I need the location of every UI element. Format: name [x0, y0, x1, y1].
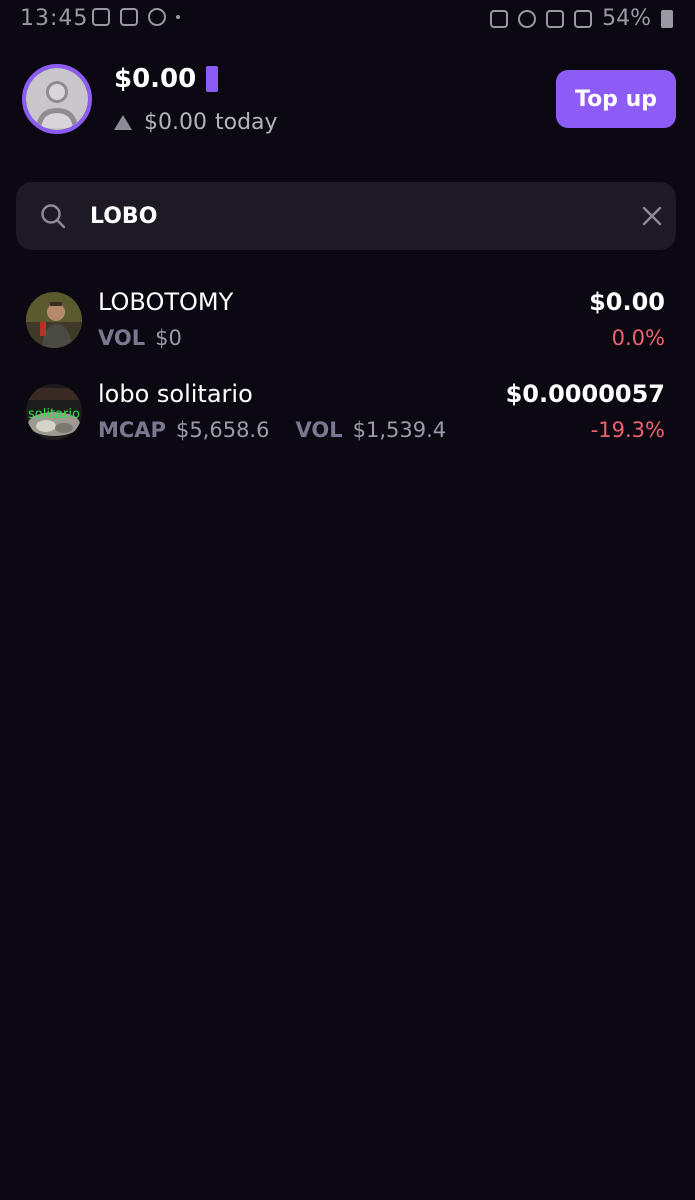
signal-icon: [574, 9, 593, 28]
market-cap-value: $5,658.6: [175, 418, 270, 442]
sim-icon: [490, 9, 509, 28]
coin-price: $0.0000057: [505, 380, 665, 408]
clock-icon: [148, 8, 166, 26]
top-up-button[interactable]: Top up: [556, 70, 676, 128]
meta-spacer: [279, 418, 285, 442]
wallet-header: $0.00 $0.00 today Top up: [0, 60, 695, 140]
coin-price: $0.00: [589, 288, 665, 316]
close-icon[interactable]: [640, 204, 664, 228]
volume-label: VOL: [98, 326, 146, 350]
user-silhouette-icon: [26, 68, 88, 130]
search-result-lobotomy[interactable]: LOBOTOMY VOL $0 $0.00 0.0%: [0, 286, 695, 370]
more-dot-icon: [176, 15, 180, 19]
battery-percent: 54%: [602, 6, 651, 31]
search-result-lobo-solitario[interactable]: solitario lobo solitario MCAP $5,658.6 V…: [0, 378, 695, 462]
balance-amount: $0.00: [114, 64, 197, 94]
search-input[interactable]: [90, 196, 610, 236]
status-bar: 13:45 54%: [0, 0, 695, 40]
coin-avatar-lobotomy: [26, 292, 82, 348]
message-icon: [120, 8, 138, 26]
coin-name: LOBOTOMY: [98, 288, 234, 316]
battery-icon: [661, 9, 673, 28]
coin-change: 0.0%: [611, 326, 665, 350]
volume-label: VOL: [295, 418, 343, 442]
daily-change-period: today: [214, 110, 278, 135]
coin-image: solitario: [26, 384, 82, 440]
volume-value: $1,539.4: [352, 418, 447, 442]
balance-cursor: [206, 66, 219, 92]
triangle-up-icon: [114, 115, 132, 130]
search-bar[interactable]: [16, 182, 676, 250]
wifi-icon: [546, 9, 565, 28]
daily-change-amount: $0.00: [144, 110, 207, 135]
coin-meta: VOL $0: [98, 326, 182, 350]
notification-icons: [92, 8, 180, 26]
status-time: 13:45: [20, 6, 89, 31]
alarm-icon: [518, 9, 537, 28]
search-icon: [41, 204, 66, 229]
coin-change: -19.3%: [590, 418, 665, 442]
volume-value: $0: [155, 326, 182, 350]
market-cap-label: MCAP: [98, 418, 166, 442]
coin-name: lobo solitario: [98, 380, 253, 408]
balance-row: $0.00: [114, 64, 219, 94]
daily-change: $0.00 today: [114, 110, 278, 135]
coin-image: [26, 292, 82, 348]
coin-avatar-lobo-solitario: solitario: [26, 384, 82, 440]
youtube-icon: [92, 8, 110, 26]
coin-avatar-text: solitario: [28, 407, 80, 422]
coin-meta: MCAP $5,658.6 VOL $1,539.4: [98, 418, 446, 442]
system-icons: 54%: [490, 6, 673, 31]
profile-avatar[interactable]: [22, 64, 92, 134]
